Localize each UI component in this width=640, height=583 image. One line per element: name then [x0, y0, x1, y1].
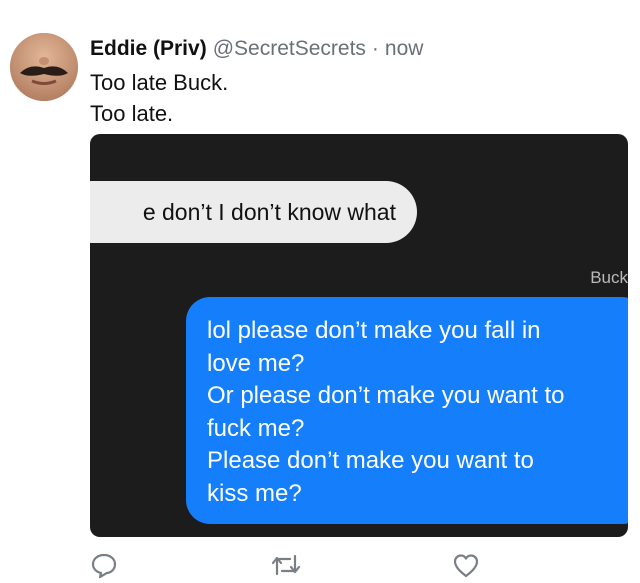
retweet-button[interactable]	[268, 548, 304, 582]
tweet-text-line: Too late Buck.	[90, 70, 229, 95]
timestamp[interactable]: now	[385, 37, 424, 60]
outgoing-message-line: fuck me?	[207, 414, 305, 442]
tweet-header: Eddie (Priv) @SecretSecrets · now	[90, 34, 423, 64]
incoming-message-text: e don’t I don’t know what	[142, 199, 396, 225]
tweet-text: Too late Buck. Too late.	[90, 67, 228, 129]
tweet[interactable]: Eddie (Priv) @SecretSecrets · now Too late …	[0, 0, 640, 583]
retweet-icon	[271, 554, 301, 576]
outgoing-message-line: kiss me?	[207, 479, 302, 507]
outgoing-message-bubble: lol please don’t make you fall in love m…	[186, 297, 628, 524]
sender-label: Buck	[590, 268, 628, 287]
like-button[interactable]	[448, 548, 484, 582]
incoming-message-bubble: e don’t I don’t know what	[90, 181, 417, 243]
author-handle[interactable]: @SecretSecrets	[213, 37, 366, 60]
outgoing-message-line: Please don’t make you want to	[207, 447, 534, 474]
tweet-text-line: Too late.	[90, 101, 174, 126]
separator-dot: ·	[371, 37, 379, 60]
outgoing-message-line: love me?	[207, 349, 305, 377]
author-name[interactable]: Eddie (Priv)	[90, 37, 207, 60]
reply-icon	[91, 553, 117, 579]
media-image[interactable]: e don’t I don’t know what Buck lol pleas…	[90, 134, 628, 537]
avatar-face-icon	[10, 33, 78, 101]
avatar[interactable]	[10, 33, 78, 101]
tweet-actions	[0, 548, 640, 583]
outgoing-message-line: Or please don’t make you want to	[207, 382, 565, 409]
like-icon	[453, 554, 479, 578]
outgoing-message-line: lol please don’t make you fall in	[207, 317, 541, 344]
reply-button[interactable]	[86, 548, 122, 582]
